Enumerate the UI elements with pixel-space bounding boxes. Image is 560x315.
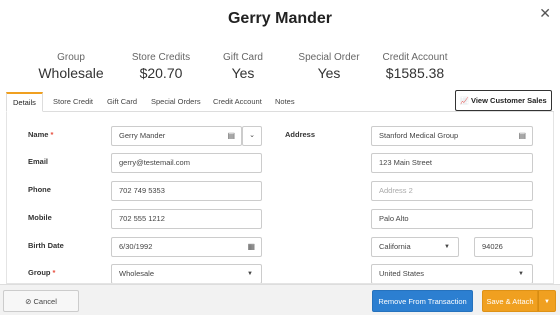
- zip-field[interactable]: 94026: [474, 237, 533, 257]
- state-value: California: [379, 242, 411, 251]
- summary-store-credits: Store Credits $20.70: [118, 52, 204, 81]
- state-select[interactable]: California ▼: [371, 237, 459, 257]
- birth-date-value: 6/30/1992: [119, 242, 153, 251]
- tab-details[interactable]: Details: [6, 92, 43, 112]
- required-marker: *: [52, 268, 56, 277]
- customer-summary: Group Wholesale Store Credits $20.70 Gif…: [0, 52, 560, 84]
- caret-down-icon: ▼: [518, 271, 524, 277]
- summary-value: $1585.38: [385, 65, 445, 81]
- caret-down-icon: ▼: [444, 244, 450, 250]
- required-marker: *: [50, 130, 54, 139]
- tab-credit-account[interactable]: Credit Account: [207, 92, 268, 112]
- cancel-label: Cancel: [33, 297, 57, 306]
- birth-date-field[interactable]: 6/30/1992 ▦: [111, 237, 262, 257]
- country-select[interactable]: United States ▼: [371, 264, 533, 283]
- line-chart-icon: 📈: [460, 98, 469, 105]
- caret-down-icon: ▼: [544, 299, 550, 305]
- remove-from-transaction-button[interactable]: Remove From Transaction: [372, 290, 473, 312]
- summary-value: Wholesale: [38, 65, 104, 81]
- address-label: Address: [285, 130, 316, 139]
- name-label-text: Name: [28, 130, 49, 139]
- group-value: Wholesale: [119, 269, 155, 278]
- summary-value: Yes: [317, 65, 341, 81]
- summary-label: Special Order: [298, 52, 360, 63]
- tab-gift-card[interactable]: Gift Card: [101, 92, 143, 112]
- save-options-button[interactable]: ▼: [538, 290, 556, 312]
- birth-date-label: Birth Date: [28, 241, 64, 250]
- contact-card-icon[interactable]: ▤: [518, 127, 526, 145]
- name-value: Gerry Mander: [119, 131, 166, 140]
- summary-gift-card: Gift Card Yes: [200, 52, 286, 81]
- modal-footer: ⊘ Cancel Remove From Transaction Save & …: [0, 284, 560, 315]
- customer-modal: Gerry Mander ✕ Group Wholesale Store Cre…: [0, 0, 560, 315]
- modal-title: Gerry Mander: [227, 10, 333, 27]
- address-company-field[interactable]: Stanford Medical Group ▤: [371, 126, 533, 146]
- mobile-label: Mobile: [28, 213, 52, 222]
- summary-label: Credit Account: [382, 52, 448, 63]
- calendar-icon[interactable]: ▦: [247, 238, 255, 256]
- city-field[interactable]: Palo Alto: [371, 209, 533, 229]
- tab-notes[interactable]: Notes: [269, 92, 301, 112]
- summary-special-order: Special Order Yes: [286, 52, 372, 81]
- phone-field[interactable]: 702 749 5353: [111, 181, 262, 201]
- mobile-field[interactable]: 702 555 1212: [111, 209, 262, 229]
- summary-group: Group Wholesale: [28, 52, 114, 81]
- group-label: Group *: [28, 268, 55, 277]
- name-label: Name *: [28, 130, 53, 139]
- summary-credit-account: Credit Account $1585.38: [372, 52, 458, 81]
- email-label: Email: [28, 157, 49, 166]
- summary-label: Gift Card: [222, 52, 263, 63]
- close-icon[interactable]: ✕: [539, 5, 551, 22]
- chevron-down-icon: ⌄: [249, 132, 255, 139]
- contact-card-icon[interactable]: ▤: [227, 127, 235, 145]
- tab-special-orders[interactable]: Special Orders: [145, 92, 207, 112]
- view-customer-sales-label: View Customer Sales: [470, 96, 547, 105]
- caret-down-icon: ▼: [247, 271, 253, 277]
- name-field[interactable]: Gerry Mander ▤: [111, 126, 242, 146]
- tab-store-credit[interactable]: Store Credit: [47, 92, 99, 112]
- cancel-icon: ⊘: [25, 297, 32, 306]
- address-company-value: Stanford Medical Group: [379, 131, 459, 140]
- phone-label: Phone: [28, 185, 51, 194]
- email-field[interactable]: gerry@testemail.com: [111, 153, 262, 173]
- address-line1-field[interactable]: 123 Main Street: [371, 153, 533, 173]
- group-label-text: Group: [28, 268, 51, 277]
- details-form: Name * Gerry Mander ▤ ⌄ Email gerry@testem…: [6, 112, 554, 284]
- group-select[interactable]: Wholesale ▼: [111, 264, 262, 283]
- save-attach-button[interactable]: Save & Attach: [482, 290, 538, 312]
- summary-value: Yes: [231, 65, 255, 81]
- summary-value: $20.70: [139, 65, 183, 81]
- name-dropdown-button[interactable]: ⌄: [242, 126, 262, 146]
- summary-label: Group: [57, 52, 85, 63]
- address-line2-field[interactable]: Address 2: [371, 181, 533, 201]
- country-value: United States: [379, 269, 425, 278]
- view-customer-sales-button[interactable]: 📈 View Customer Sales: [455, 90, 552, 111]
- cancel-button[interactable]: ⊘ Cancel: [3, 290, 79, 312]
- summary-label: Store Credits: [131, 52, 191, 63]
